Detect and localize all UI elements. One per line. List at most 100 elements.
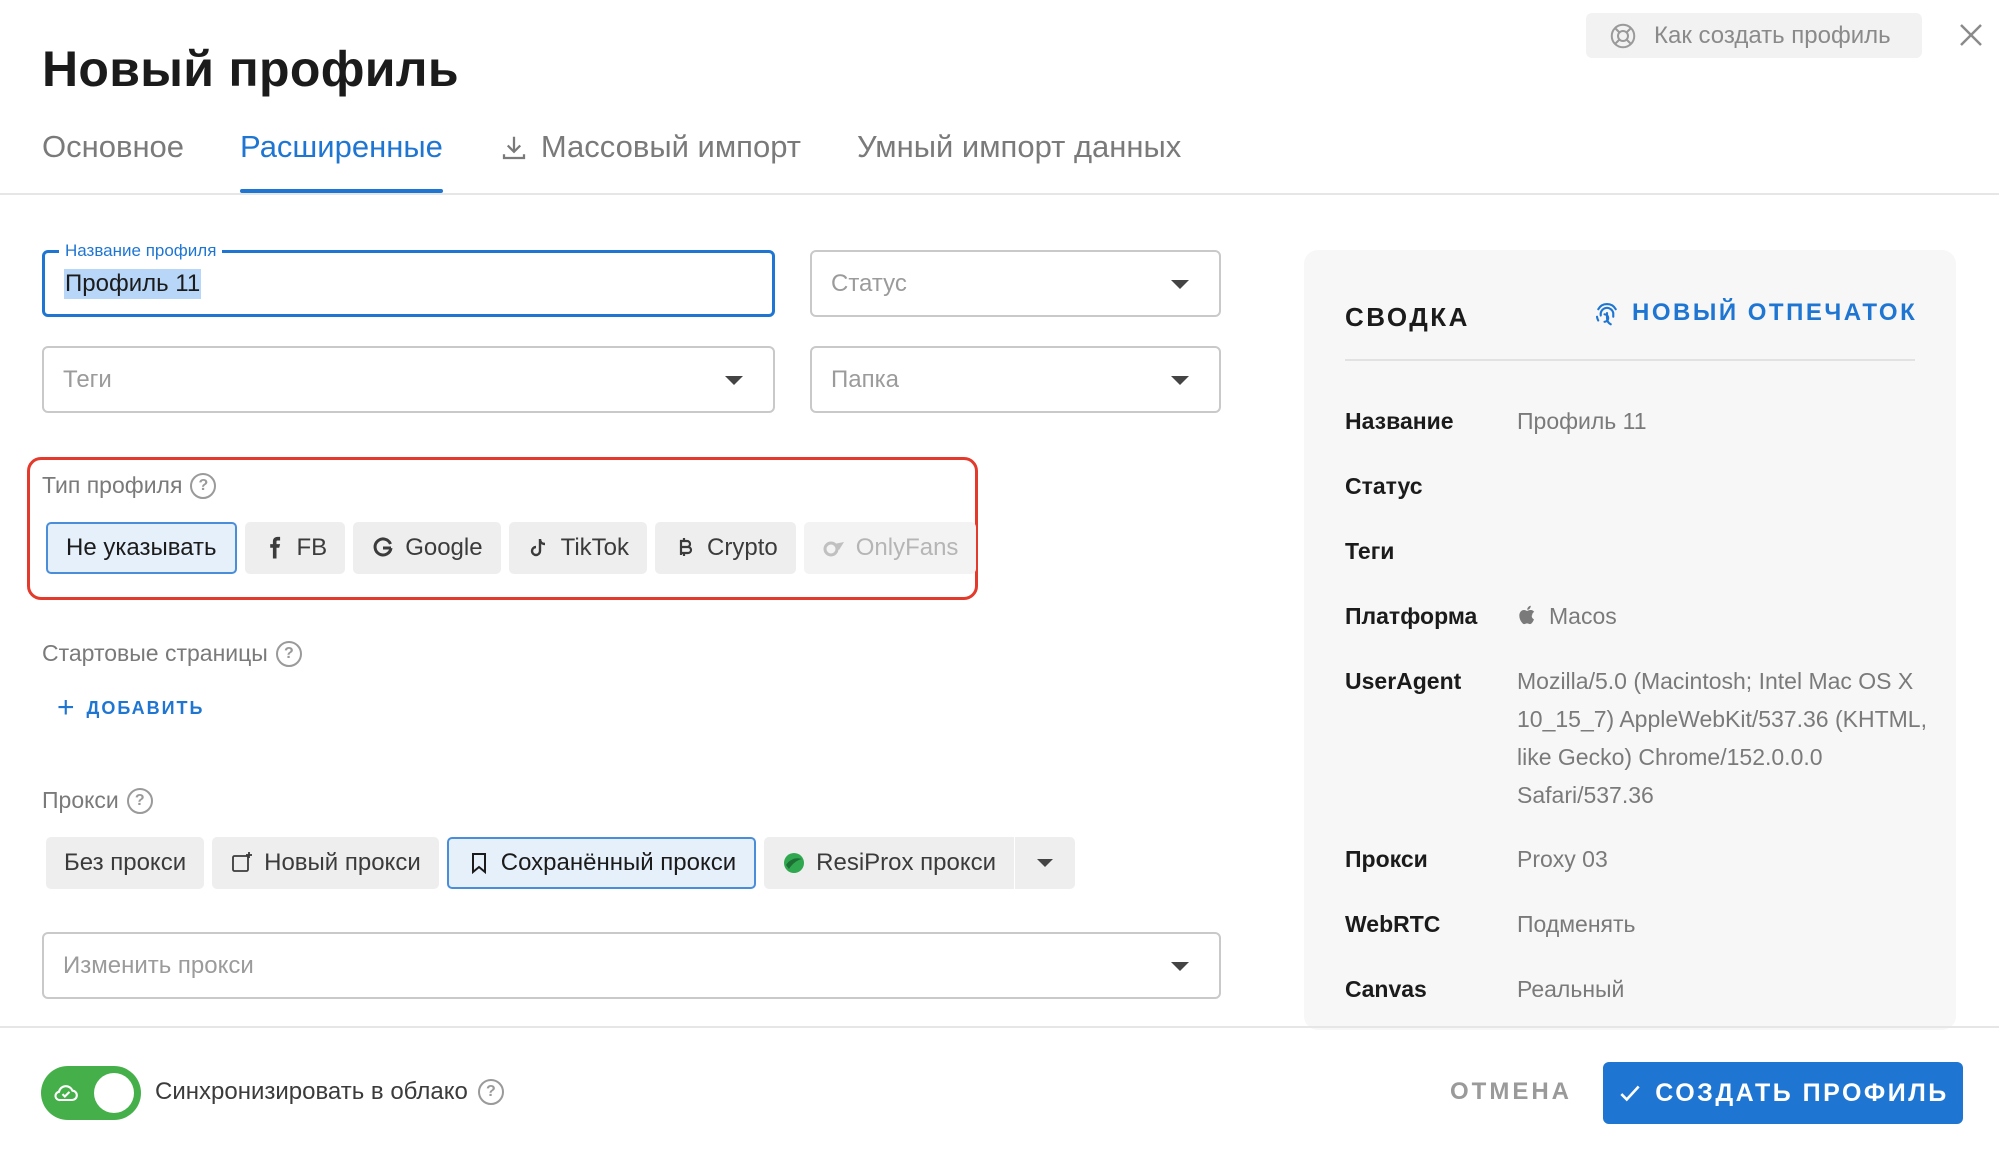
tab-basic[interactable]: Основное — [42, 125, 184, 193]
onlyfans-icon — [823, 541, 844, 557]
tab-bulk-import[interactable]: Массовый импорт — [499, 125, 801, 193]
toggle-knob — [94, 1073, 134, 1113]
plus-icon: + — [57, 691, 75, 724]
how-to-create-profile-button[interactable]: Как создать профиль — [1586, 13, 1922, 58]
facebook-icon — [269, 536, 280, 559]
tags-select[interactable]: Теги — [42, 346, 775, 413]
profile-type-text: Тип профиля — [42, 472, 183, 498]
pill-label: Без прокси — [64, 849, 187, 876]
proxy-text: Прокси — [42, 787, 119, 813]
profile-name-input[interactable]: Название профиля Профиль 11 — [42, 241, 775, 317]
pill-label: Не указывать — [66, 534, 217, 561]
cloud-sync-label: Синхронизировать в облако ? — [155, 1078, 504, 1106]
summary-row-useragent: UserAgent Mozilla/5.0 (Macintosh; Intel … — [1345, 662, 1927, 814]
bitcoin-icon — [679, 538, 693, 556]
summary-key: Canvas — [1345, 976, 1427, 1002]
chevron-down-icon — [1171, 279, 1189, 289]
profile-type-fb[interactable]: FB — [244, 522, 346, 574]
summary-row-proxy: Прокси Proxy 03 — [1345, 840, 1927, 878]
summary-key: Статус — [1345, 473, 1423, 499]
help-icon[interactable]: ? — [275, 640, 302, 667]
summary-key: Платформа — [1345, 603, 1478, 629]
summary-row-status: Статус — [1345, 467, 1927, 505]
chevron-down-icon — [1037, 859, 1054, 867]
pill-label: Новый прокси — [264, 849, 421, 876]
summary-title: СВОДКА — [1345, 302, 1470, 332]
summary-row-webrtc: WebRTC Подменять — [1345, 905, 1927, 943]
cancel-button[interactable]: ОТМЕНА — [1450, 1078, 1572, 1106]
summary-key: WebRTC — [1345, 911, 1441, 937]
start-pages-label: Стартовые страницы ? — [42, 640, 302, 667]
summary-value: Macos — [1549, 603, 1617, 629]
footer-divider — [0, 1026, 1999, 1028]
help-icon[interactable]: ? — [126, 787, 153, 814]
check-icon — [1620, 1085, 1640, 1102]
change-proxy-placeholder: Изменить прокси — [63, 951, 254, 979]
add-label: ДОБАВИТЬ — [86, 697, 205, 718]
proxy-options: Без прокси Новый прокси Сохранённый прок… — [46, 837, 1076, 889]
proxy-resiprox[interactable]: ResiProx прокси — [764, 837, 1015, 889]
profile-type-crypto[interactable]: Crypto — [655, 522, 796, 574]
page-title: Новый профиль — [42, 41, 459, 97]
summary-key: Прокси — [1345, 846, 1428, 872]
apple-icon — [1519, 605, 1535, 625]
add-start-page-button[interactable]: + ДОБАВИТЬ — [57, 693, 204, 723]
folder-placeholder: Папка — [831, 365, 899, 393]
chevron-down-icon — [1171, 375, 1189, 385]
status-select[interactable]: Статус — [810, 250, 1221, 317]
sync-text: Синхронизировать в облако — [155, 1078, 468, 1105]
create-profile-button[interactable]: СОЗДАТЬ ПРОФИЛЬ — [1603, 1062, 1963, 1124]
fingerprint-icon — [1595, 303, 1617, 326]
cloud-sync-toggle[interactable] — [41, 1066, 141, 1120]
tabs-divider — [0, 193, 1999, 195]
summary-value: Mozilla/5.0 (Macintosh; Intel Mac OS X 1… — [1517, 668, 1927, 808]
tab-smart-import[interactable]: Умный импорт данных — [857, 125, 1181, 193]
proxy-new[interactable]: Новый прокси — [212, 837, 439, 889]
summary-key: UserAgent — [1345, 668, 1462, 694]
close-icon[interactable] — [1956, 20, 1986, 50]
pill-label: Сохранённый прокси — [500, 849, 737, 876]
pill-label: Google — [405, 534, 483, 561]
tab-label: Массовый импорт — [540, 129, 801, 164]
profile-type-google[interactable]: Google — [353, 522, 501, 574]
summary-row-name: Название Профиль 11 — [1345, 402, 1927, 440]
help-icon[interactable]: ? — [190, 472, 217, 499]
tab-bar: Основное Расширенные Массовый импорт Умн… — [42, 125, 1237, 193]
help-icon[interactable]: ? — [477, 1079, 504, 1105]
summary-row-canvas: Canvas Реальный — [1345, 970, 1927, 1008]
profile-type-options: Не указывать FB Google TikTok Crypto Onl… — [46, 522, 977, 574]
pill-label: OnlyFans — [855, 534, 959, 561]
profile-type-none[interactable]: Не указывать — [46, 522, 237, 574]
tab-label: Основное — [42, 129, 185, 164]
pill-label: FB — [296, 534, 328, 561]
pill-label: TikTok — [560, 534, 630, 561]
tiktok-icon — [530, 538, 545, 557]
cloud-icon — [54, 1085, 78, 1102]
start-pages-text: Стартовые страницы — [42, 640, 268, 666]
summary-key: Название — [1345, 408, 1454, 434]
tab-advanced[interactable]: Расширенные — [240, 125, 443, 193]
lifebuoy-icon — [1610, 23, 1636, 48]
profile-type-tiktok[interactable]: TikTok — [508, 522, 648, 574]
summary-key: Теги — [1345, 538, 1395, 564]
change-proxy-select[interactable]: Изменить прокси — [42, 932, 1221, 999]
profile-name-label: Название профиля — [59, 241, 223, 261]
resiprox-icon — [784, 853, 805, 873]
proxy-more-dropdown[interactable] — [1015, 837, 1076, 889]
bookmark-icon — [471, 853, 486, 875]
chevron-down-icon — [1171, 961, 1189, 971]
new-proxy-icon — [232, 852, 253, 872]
help-label: Как создать профиль — [1654, 21, 1891, 49]
fingerprint-label: НОВЫЙ ОТПЕЧАТОК — [1632, 299, 1918, 326]
summary-value: Подменять — [1517, 911, 1636, 937]
proxy-none[interactable]: Без прокси — [46, 837, 205, 889]
proxy-saved[interactable]: Сохранённый прокси — [446, 837, 757, 889]
proxy-label: Прокси ? — [42, 787, 153, 814]
summary-value: Proxy 03 — [1517, 846, 1608, 872]
chevron-down-icon — [725, 375, 743, 385]
profile-type-onlyfans[interactable]: OnlyFans — [803, 522, 977, 574]
folder-select[interactable]: Папка — [810, 346, 1221, 413]
status-placeholder: Статус — [831, 269, 907, 297]
new-fingerprint-button[interactable]: НОВЫЙ ОТПЕЧАТОК — [1592, 298, 1917, 328]
summary-value: Профиль 11 — [1517, 408, 1647, 434]
